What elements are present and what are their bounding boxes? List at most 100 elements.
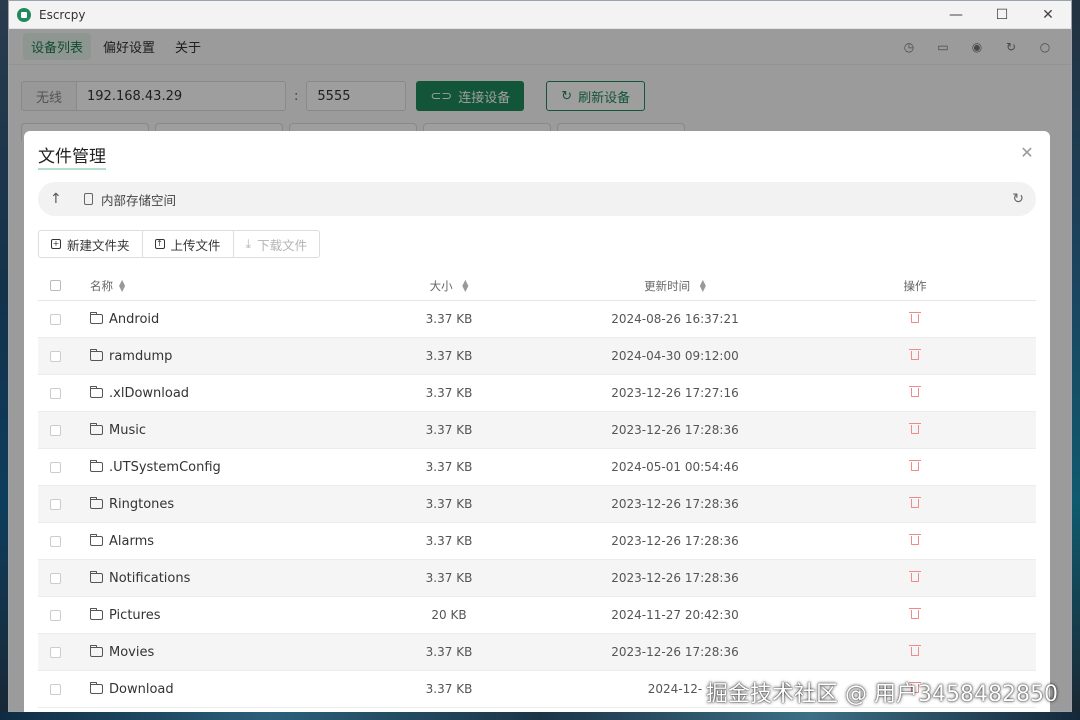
name-cell[interactable]: Alarms (76, 534, 388, 549)
select-all-checkbox[interactable] (50, 280, 61, 291)
sort-icon[interactable]: ▲ ▼ (119, 278, 125, 292)
file-name[interactable]: Music (109, 423, 146, 438)
file-name[interactable]: Pictures (109, 608, 160, 623)
row-checkbox[interactable] (50, 498, 61, 510)
size-cell: 20 KB (431, 608, 467, 622)
table-row[interactable]: Ringtones 3.37 KB 2023-12-26 17:28:36 (38, 486, 1036, 523)
trash-icon[interactable] (909, 645, 921, 656)
row-checkbox[interactable] (50, 313, 61, 325)
row-check-cell (38, 313, 76, 325)
close-icon[interactable]: ✕ (1018, 143, 1036, 162)
trash-icon[interactable] (909, 423, 921, 434)
file-name[interactable]: ramdump (109, 349, 172, 364)
name-cell[interactable]: Pictures (76, 608, 388, 623)
header-name[interactable]: 名称 ▲ ▼ (76, 278, 388, 294)
row-checkbox[interactable] (50, 683, 61, 695)
file-name[interactable]: Android (109, 312, 159, 327)
row-checkbox[interactable] (50, 535, 61, 547)
trash-icon[interactable] (909, 349, 921, 360)
table-row[interactable]: .UTSystemConfig 3.37 KB 2024-05-01 00:54:4… (38, 449, 1036, 486)
upload-file-button[interactable]: ↑ 上传文件 (141, 230, 234, 258)
download-file-button[interactable]: ⤓ 下载文件 (232, 230, 321, 258)
table-row[interactable]: Music 3.37 KB 2023-12-26 17:28:36 (38, 412, 1036, 449)
time-cell: 2023-12-26 17:28:36 (611, 423, 739, 437)
row-checkbox[interactable] (50, 609, 61, 621)
time-cell: 2023-12-26 17:28:36 (611, 571, 739, 585)
minimize-button[interactable]: — (933, 1, 979, 29)
table-row[interactable]: Notifications 3.37 KB 2023-12-26 17:28:36 (38, 560, 1036, 597)
size-cell: 3.37 KB (425, 460, 473, 474)
trash-icon[interactable] (909, 608, 921, 619)
trash-icon[interactable] (909, 312, 921, 323)
header-time-label: 更新时间 (644, 278, 691, 293)
trash-icon[interactable] (909, 497, 921, 508)
file-name[interactable]: Ringtones (109, 497, 174, 512)
name-cell[interactable]: Music (76, 423, 388, 438)
name-cell[interactable]: Notifications (76, 571, 388, 586)
folder-icon (89, 645, 103, 657)
trash-icon[interactable] (909, 534, 921, 545)
name-cell[interactable]: Android (76, 312, 388, 327)
name-cell[interactable]: ramdump (76, 349, 388, 364)
table-row[interactable]: .xlDownload 3.37 KB 2023-12-26 17:27:16 (38, 375, 1036, 412)
name-cell[interactable]: .UTSystemConfig (76, 460, 388, 475)
table-header: 名称 ▲ ▼ 大小 ▲ ▼ 更新时间 ▲ ▼ 操作 (38, 271, 1036, 301)
size-cell: 3.37 KB (425, 682, 473, 696)
size-cell: 3.37 KB (425, 497, 473, 511)
row-checkbox[interactable] (50, 461, 61, 473)
desktop-background-bottom (0, 712, 1080, 720)
table-row[interactable]: Android 3.37 KB 2024-08-26 16:37:21 (38, 301, 1036, 338)
row-check-cell (38, 498, 76, 510)
download-file-label: 下载文件 (257, 237, 308, 253)
folder-icon (89, 312, 103, 324)
sort-icon[interactable]: ▲ ▼ (700, 279, 706, 293)
window-controls: — ☐ ✕ (933, 1, 1071, 29)
row-check-cell (38, 350, 76, 362)
file-upload-icon: ↑ (154, 239, 165, 249)
table-row[interactable]: Alarms 3.37 KB 2023-12-26 17:28:36 (38, 523, 1036, 560)
table-row[interactable]: Movies 3.37 KB 2023-12-26 17:28:36 (38, 634, 1036, 671)
maximize-button[interactable]: ☐ (979, 1, 1025, 29)
file-name[interactable]: Alarms (109, 534, 154, 549)
action-cell (840, 386, 990, 400)
table-row[interactable]: Pictures 20 KB 2024-11-27 20:42:30 (38, 597, 1036, 634)
file-name[interactable]: Download (109, 682, 174, 697)
name-cell[interactable]: Download (76, 682, 388, 697)
header-time[interactable]: 更新时间 ▲ ▼ (510, 278, 840, 294)
name-cell[interactable]: Ringtones (76, 497, 388, 512)
row-checkbox[interactable] (50, 424, 61, 436)
close-window-button[interactable]: ✕ (1025, 1, 1071, 29)
header-size[interactable]: 大小 ▲ ▼ (388, 278, 510, 294)
action-cell (840, 312, 990, 326)
row-check-cell (38, 646, 76, 658)
table-body: Android 3.37 KB 2024-08-26 16:37:21 ramdump… (38, 301, 1036, 708)
name-cell[interactable]: Movies (76, 645, 388, 660)
current-path[interactable]: 内部存储空间 (101, 190, 176, 209)
row-checkbox[interactable] (50, 572, 61, 584)
file-name[interactable]: Movies (109, 645, 154, 660)
name-cell[interactable]: .xlDownload (76, 386, 388, 401)
dialog-header: 文件管理 ✕ (24, 131, 1050, 181)
upload-file-label: 上传文件 (170, 237, 221, 253)
header-size-label: 大小 (429, 278, 453, 293)
trash-icon[interactable] (909, 460, 921, 471)
file-name[interactable]: Notifications (109, 571, 190, 586)
row-checkbox[interactable] (50, 646, 61, 658)
arrow-up-icon[interactable]: ↑ (50, 191, 66, 207)
size-cell: 3.37 KB (425, 312, 473, 326)
new-folder-button[interactable]: + 新建文件夹 (38, 230, 143, 258)
sort-icon[interactable]: ▲ ▼ (462, 279, 468, 293)
refresh-path-icon[interactable]: ↻ (1012, 191, 1024, 207)
file-name[interactable]: .xlDownload (109, 386, 189, 401)
row-checkbox[interactable] (50, 350, 61, 362)
action-cell (840, 460, 990, 474)
trash-icon[interactable] (909, 386, 921, 397)
action-cell (840, 349, 990, 363)
time-cell: 2023-12-26 17:27:16 (611, 386, 739, 400)
folder-plus-icon: + (51, 239, 61, 249)
row-checkbox[interactable] (50, 387, 61, 399)
table-row[interactable]: ramdump 3.37 KB 2024-04-30 09:12:00 (38, 338, 1036, 375)
trash-icon[interactable] (909, 571, 921, 582)
folder-icon (89, 460, 103, 472)
file-name[interactable]: .UTSystemConfig (109, 460, 221, 475)
